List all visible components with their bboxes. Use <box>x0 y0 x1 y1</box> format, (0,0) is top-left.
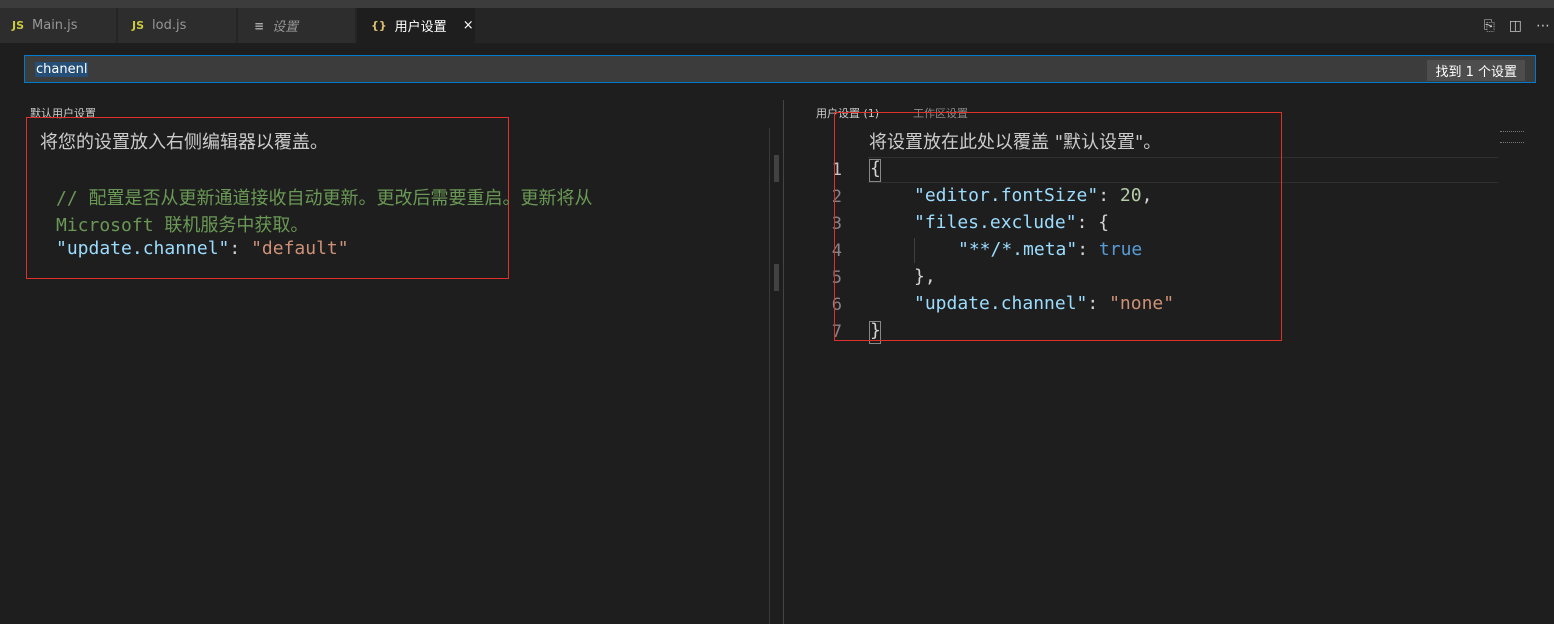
split-editor-icon[interactable]: ◫ <box>1509 18 1522 34</box>
settings-search-input[interactable]: chanenl 找到 1 个设置 <box>24 55 1536 83</box>
setting-description-line2: Microsoft 联机服务中获取。 <box>56 215 309 236</box>
search-result-count: 找到 1 个设置 <box>1427 60 1525 81</box>
left-banner: 将您的设置放入右侧编辑器以覆盖。 <box>40 132 328 153</box>
left-scroll-marker[interactable] <box>774 155 779 182</box>
js-file-icon: JS <box>12 19 25 32</box>
tab-settings[interactable]: ≡ 设置 <box>238 8 355 43</box>
tab-label: 用户设置 <box>394 20 447 35</box>
tab-label: 设置 <box>272 20 299 35</box>
close-icon[interactable]: × <box>463 18 474 33</box>
tab-main-js[interactable]: JS Main.js <box>0 8 116 43</box>
tab-user-settings[interactable]: {} 用户设置 × <box>357 8 475 43</box>
editor-actions: ⎘ ◫ ⋯ <box>1484 8 1554 43</box>
tab-lod-js[interactable]: JS lod.js <box>118 8 236 43</box>
js-file-icon: JS <box>132 19 145 32</box>
highlight-box-right <box>834 112 1282 341</box>
setting-key: "update.channel" <box>56 238 230 259</box>
left-scroll-marker[interactable] <box>774 264 779 291</box>
setting-value: "default" <box>251 238 349 259</box>
editor-splitter[interactable] <box>783 100 784 624</box>
open-settings-json-icon[interactable]: ⎘ <box>1484 18 1495 34</box>
setting-description-line1: // 配置是否从更新通道接收自动更新。更改后需要重启。更新将从 <box>56 188 593 209</box>
tab-label: lod.js <box>152 18 187 33</box>
tab-bar: JS Main.js JS lod.js ≡ 设置 {} 用户设置 × ⎘ ◫ … <box>0 8 1554 43</box>
more-actions-icon[interactable]: ⋯ <box>1536 18 1550 34</box>
search-query: chanenl <box>35 62 89 77</box>
title-strip <box>0 0 1554 8</box>
default-setting-line[interactable]: "update.channel": "default" <box>56 238 349 259</box>
settings-doc-icon: ≡ <box>254 18 265 33</box>
tab-label: Main.js <box>32 18 78 33</box>
left-scrollbar-track <box>769 128 770 624</box>
json-file-icon: {} <box>371 19 387 32</box>
minimap[interactable] <box>1500 131 1524 143</box>
